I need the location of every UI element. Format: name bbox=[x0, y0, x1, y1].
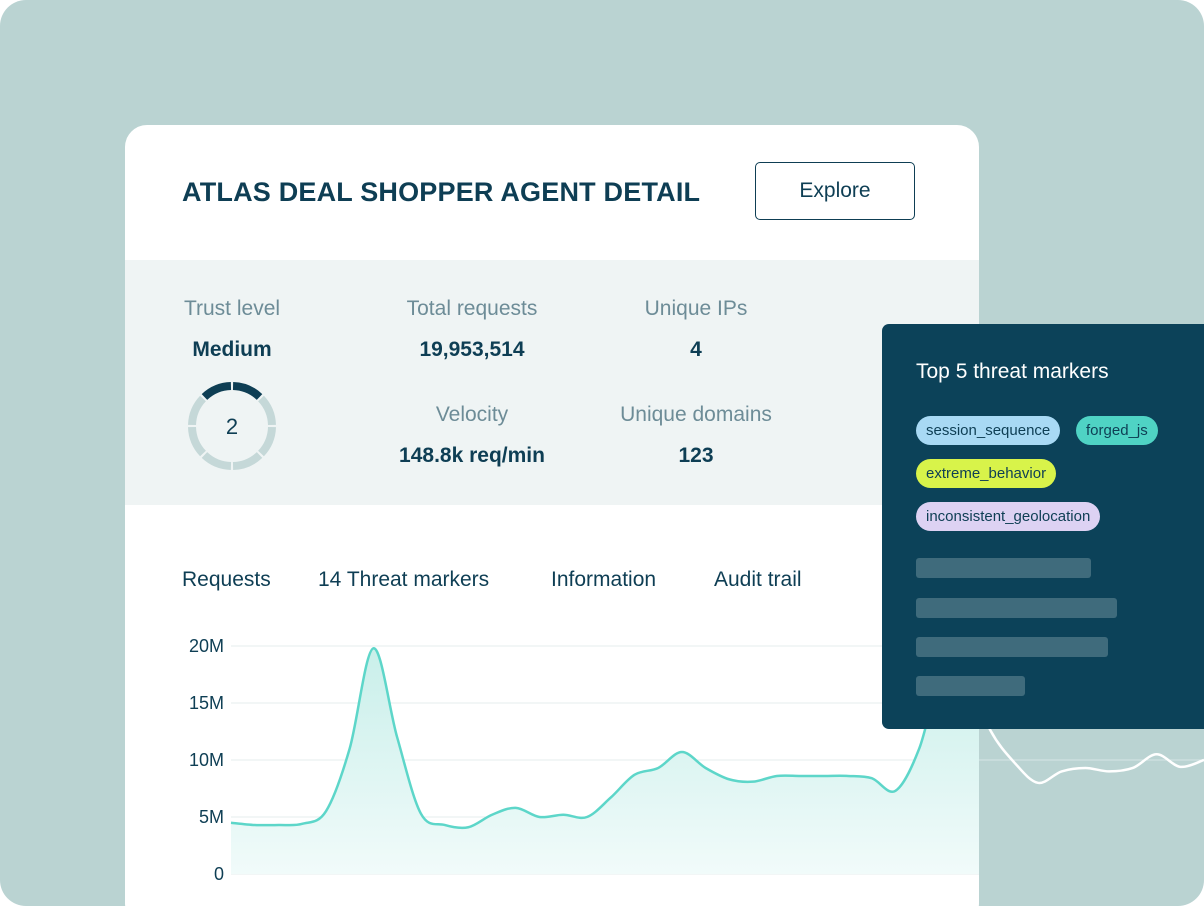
placeholder-bar bbox=[916, 676, 1025, 696]
y-tick-label: 5M bbox=[199, 807, 224, 827]
placeholder-bar bbox=[916, 598, 1117, 618]
background-stage: ATLAS DEAL SHOPPER AGENT DETAIL Explore … bbox=[0, 0, 1204, 906]
threat-panel-title: Top 5 threat markers bbox=[916, 360, 1109, 383]
y-tick-label: 20M bbox=[189, 636, 224, 656]
y-tick-label: 10M bbox=[189, 750, 224, 770]
threat-markers-panel: Top 5 threat markers session_sequence fo… bbox=[882, 324, 1204, 729]
placeholder-bar bbox=[916, 558, 1091, 578]
chip-extreme-behavior[interactable]: extreme_behavior bbox=[916, 459, 1057, 488]
y-tick-label: 0 bbox=[214, 864, 224, 884]
placeholder-bar bbox=[916, 637, 1108, 657]
chip-inconsistent-geolocation[interactable]: inconsistent_geolocation bbox=[916, 502, 1101, 531]
y-tick-label: 15M bbox=[189, 693, 224, 713]
chip-session-sequence[interactable]: session_sequence bbox=[916, 416, 1061, 445]
chip-forged-js[interactable]: forged_js bbox=[1076, 416, 1158, 445]
